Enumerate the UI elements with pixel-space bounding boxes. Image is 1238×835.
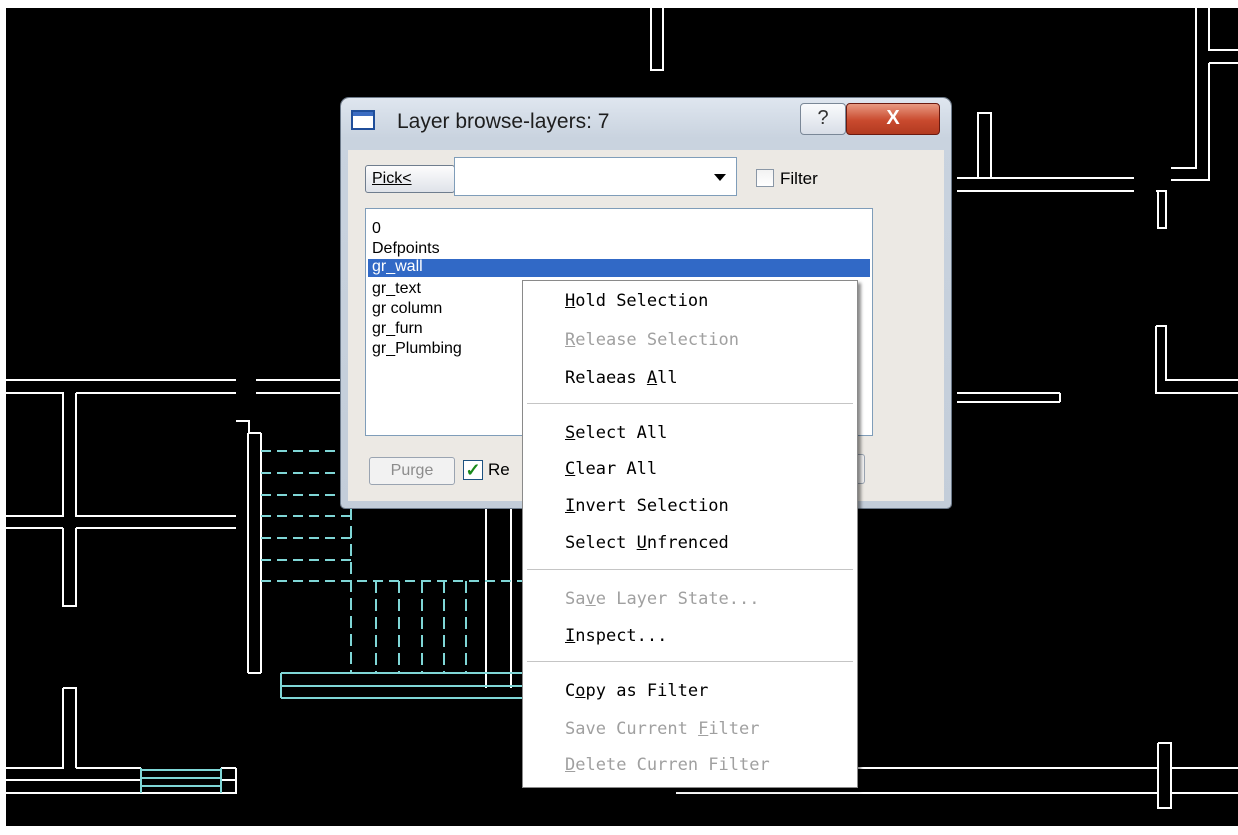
layer-filter-combobox[interactable]: [454, 157, 737, 196]
menu-separator: [527, 661, 853, 662]
dialog-titlebar[interactable]: Layer browse-layers: 7 ? X: [341, 98, 951, 150]
close-button[interactable]: X: [846, 103, 940, 135]
re-checkbox-label: Re: [488, 460, 510, 479]
menu-item-release-selection[interactable]: Release Selection: [565, 330, 739, 350]
menu-item-hold-selection[interactable]: Hold Selection: [565, 291, 708, 311]
menu-item-save-layer-state[interactable]: Save Layer State...: [565, 589, 760, 609]
menu-item-copy-as-filter[interactable]: Copy as Filter: [565, 681, 708, 701]
menu-item-clear-all[interactable]: Clear All: [565, 459, 657, 479]
help-button[interactable]: ?: [800, 103, 846, 135]
dialog-title: Layer browse-layers: 7: [397, 110, 610, 133]
pick-button-label: Pick<: [372, 170, 412, 187]
layer-list-item-selected[interactable]: gr_wall: [368, 259, 870, 277]
window-icon: [351, 110, 375, 130]
menu-item-select-all[interactable]: Select All: [565, 423, 667, 443]
menu-separator: [527, 403, 853, 404]
chevron-down-icon[interactable]: [714, 174, 726, 181]
menu-item-save-current-filter[interactable]: Save Current Filter: [565, 719, 760, 739]
pick-button[interactable]: Pick<: [365, 165, 455, 193]
filter-checkbox[interactable]: [756, 169, 774, 187]
menu-item-release-all[interactable]: Relaeas All: [565, 368, 678, 388]
filter-label: Filter: [780, 169, 818, 188]
menu-item-delete-current-filter[interactable]: Delete Curren Filter: [565, 755, 770, 775]
layer-context-menu: Hold Selection Release Selection Relaeas…: [522, 280, 858, 788]
layer-list-item[interactable]: 0: [368, 219, 870, 239]
menu-item-invert-selection[interactable]: Invert Selection: [565, 496, 729, 516]
menu-separator: [527, 569, 853, 570]
menu-item-inspect[interactable]: Inspect...: [565, 626, 667, 646]
purge-button[interactable]: Purge: [369, 457, 455, 485]
re-checkbox[interactable]: ✓: [463, 460, 483, 480]
layer-list-item[interactable]: Defpoints: [368, 239, 870, 259]
menu-item-select-unfrenced[interactable]: Select Unfrenced: [565, 533, 729, 553]
